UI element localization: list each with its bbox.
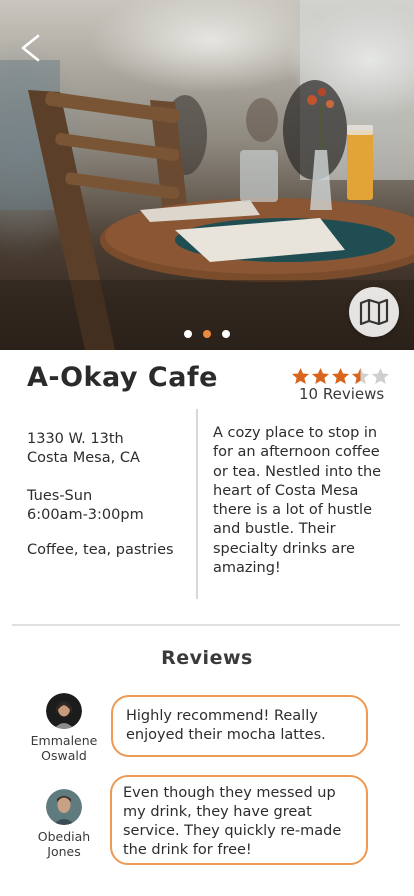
reviewer-first-name: Emmalene <box>30 733 98 748</box>
carousel-dot-1[interactable] <box>184 330 192 338</box>
vertical-divider <box>196 409 198 599</box>
carousel-dot-2[interactable] <box>203 330 211 338</box>
open-hours: 6:00am-3:00pm <box>27 507 144 523</box>
reviewer-last-name: Oswald <box>41 748 87 763</box>
star-rating[interactable] <box>291 367 390 385</box>
offerings: Coffee, tea, pastries <box>27 542 174 558</box>
section-divider <box>12 624 400 626</box>
star-empty-icon <box>371 367 390 385</box>
carousel-dot-3[interactable] <box>222 330 230 338</box>
folded-map-icon <box>359 299 389 325</box>
reviewer-first-name: Obediah <box>37 829 91 844</box>
reviews-count-link[interactable]: 10 Reviews <box>299 385 384 403</box>
open-days: Tues-Sun <box>27 488 93 504</box>
address-line-2: Costa Mesa, CA <box>27 450 140 466</box>
reviewer-last-name: Jones <box>47 844 81 859</box>
avatar <box>46 693 82 729</box>
review-bubble: Highly recommend! Really enjoyed their m… <box>111 695 368 757</box>
chevron-left-icon <box>21 34 40 62</box>
reviewer-obediah[interactable]: Obediah Jones <box>24 789 104 859</box>
reviewer-emmalene[interactable]: Emmalene Oswald <box>24 693 104 763</box>
cafe-details: 1330 W. 13th Costa Mesa, CA Tues-Sun 6:0… <box>27 430 192 560</box>
star-half-icon <box>351 367 370 385</box>
review-text: Highly recommend! Really enjoyed their m… <box>126 708 326 743</box>
review-text: Even though they messed up my drink, the… <box>123 785 342 858</box>
address-line-1: 1330 W. 13th <box>27 431 124 447</box>
cafe-photo <box>0 0 414 350</box>
carousel-indicator <box>0 330 414 338</box>
star-full-icon <box>331 367 350 385</box>
review-bubble: Even though they messed up my drink, the… <box>110 775 368 865</box>
avatar <box>46 789 82 825</box>
cafe-description: A cozy place to stop in for an afternoon… <box>213 425 382 577</box>
back-button[interactable] <box>14 30 46 66</box>
hero-image <box>0 0 414 350</box>
cafe-name: A-Okay Cafe <box>27 362 218 393</box>
reviews-heading: Reviews <box>161 647 253 669</box>
star-full-icon <box>311 367 330 385</box>
star-full-icon <box>291 367 310 385</box>
